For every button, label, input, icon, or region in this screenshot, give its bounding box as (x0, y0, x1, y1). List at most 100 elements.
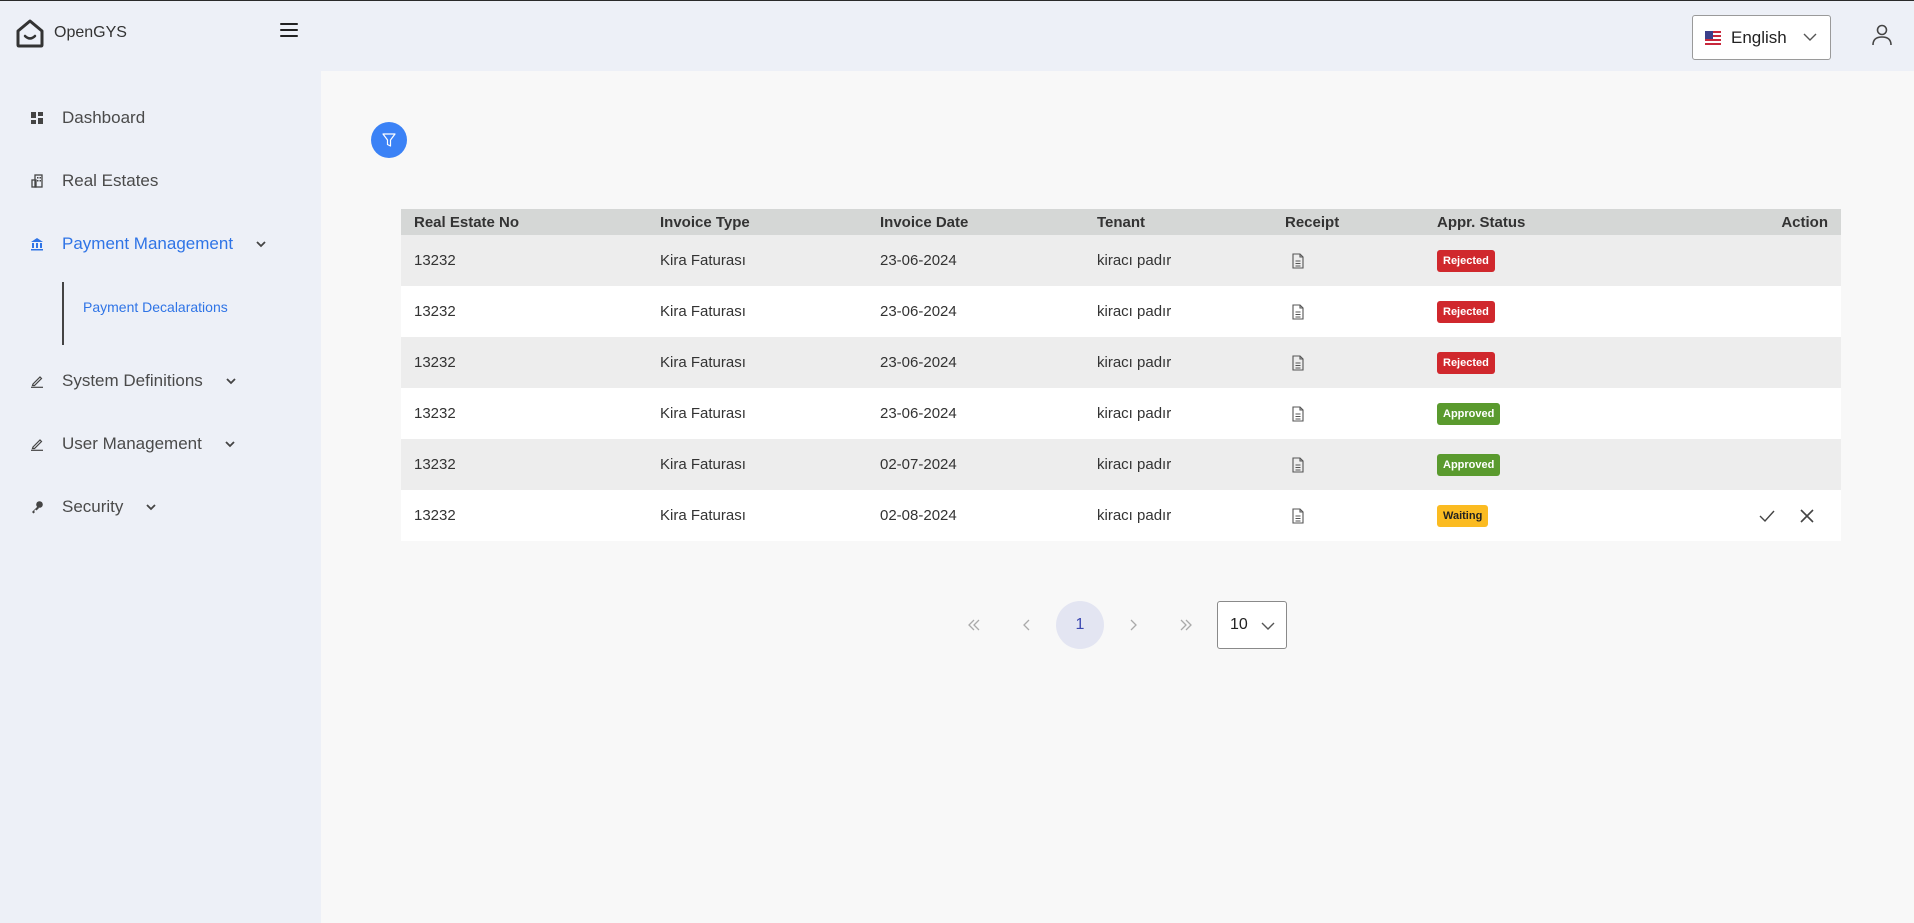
language-label: English (1731, 27, 1787, 47)
real-estate-no-cell: 13232 (414, 456, 456, 473)
chevron-down-icon (226, 378, 236, 385)
table-row: 13232 Kira Faturası 02-07-2024 kiracı padır… (401, 439, 1841, 490)
status-cell: Rejected (1437, 286, 1495, 337)
real-estate-no-cell: 13232 (414, 252, 456, 269)
sidebar-subitem-payment-declarations[interactable]: Payment Decalarations (83, 299, 228, 315)
chevron-down-icon (146, 504, 157, 511)
submenu-indicator-line (62, 282, 64, 345)
filter-button[interactable] (371, 122, 407, 158)
language-select[interactable]: English (1692, 15, 1831, 60)
bank-icon (30, 237, 44, 251)
chevron-down-icon (225, 441, 235, 448)
sidebar-item-label: Dashboard (62, 108, 146, 127)
status-badge: Approved (1437, 453, 1501, 476)
column-header[interactable]: Tenant (1097, 209, 1145, 235)
status-cell: Rejected (1437, 235, 1495, 286)
tenant-cell: kiracı padır (1097, 303, 1172, 320)
document-icon[interactable] (1291, 252, 1305, 269)
pagination: 1 (950, 601, 1215, 649)
us-flag-icon (1705, 30, 1721, 45)
receipt-cell (1285, 235, 1305, 286)
chevrons-right-icon (1180, 619, 1192, 631)
table-body: 13232 Kira Faturası 23-06-2024 kiracı padır… (401, 235, 1841, 541)
sidebar-item-label: User Management (62, 434, 202, 453)
document-icon[interactable] (1291, 303, 1305, 320)
document-icon[interactable] (1291, 354, 1305, 371)
invoice-type-cell: Kira Faturası (660, 303, 746, 320)
invoice-date-cell: 23-06-2024 (880, 354, 957, 371)
hamburger-icon-bar (280, 29, 298, 31)
app-title: OpenGYS (54, 24, 127, 41)
column-header: Action (1781, 213, 1828, 231)
app-logo[interactable]: OpenGYS (14, 17, 127, 49)
sidebar-item-payment-management[interactable]: Payment Management (30, 234, 267, 254)
house-logo-icon (16, 19, 44, 48)
status-badge: Rejected (1437, 351, 1495, 374)
pencil-icon (30, 374, 44, 388)
chevron-left-icon (1023, 619, 1030, 631)
tenant-cell: kiracı padır (1097, 252, 1172, 269)
receipt-cell (1285, 286, 1305, 337)
status-cell: Approved (1437, 388, 1501, 439)
document-icon[interactable] (1291, 405, 1305, 422)
sidebar-item-real-estates[interactable]: Real Estates (30, 171, 158, 191)
column-header[interactable]: Receipt (1285, 209, 1339, 235)
page-button-current[interactable]: 1 (1056, 601, 1104, 649)
page-size-select[interactable]: 10 (1217, 601, 1287, 649)
status-cell: Approved (1437, 439, 1501, 490)
hamburger-icon-bar (280, 23, 298, 25)
first-page-button[interactable] (950, 601, 998, 649)
invoice-type-cell: Kira Faturası (660, 252, 746, 269)
real-estate-no-cell: 13232 (414, 354, 456, 371)
hamburger-menu-button[interactable] (280, 23, 298, 39)
dashboard-icon (30, 111, 44, 125)
invoice-date-cell: 23-06-2024 (880, 405, 957, 422)
tenant-cell: kiracı padır (1097, 354, 1172, 371)
pencil-icon (30, 437, 44, 451)
real-estate-no-cell: 13232 (414, 405, 456, 422)
receipt-cell (1285, 388, 1305, 439)
status-badge: Approved (1437, 402, 1501, 425)
column-header[interactable]: Invoice Type (660, 209, 750, 235)
document-icon[interactable] (1291, 456, 1305, 473)
column-header[interactable]: Invoice Date (880, 209, 968, 235)
approve-check-icon[interactable] (1757, 506, 1777, 526)
status-badge: Rejected (1437, 249, 1495, 272)
prev-page-button[interactable] (1003, 601, 1051, 649)
chevrons-left-icon (968, 619, 980, 631)
next-page-button[interactable] (1109, 601, 1157, 649)
invoice-date-cell: 02-08-2024 (880, 507, 957, 524)
invoice-type-cell: Kira Faturası (660, 456, 746, 473)
action-cell (1757, 490, 1817, 541)
status-cell: Rejected (1437, 337, 1495, 388)
column-header[interactable]: Appr. Status (1437, 209, 1525, 235)
invoice-type-cell: Kira Faturası (660, 354, 746, 371)
last-page-button[interactable] (1162, 601, 1210, 649)
table-row: 13232 Kira Faturası 23-06-2024 kiracı padır… (401, 337, 1841, 388)
invoice-date-cell: 02-07-2024 (880, 456, 957, 473)
chevron-right-icon (1130, 619, 1137, 631)
sidebar-item-label: Real Estates (62, 171, 159, 190)
real-estate-no-cell: 13232 (414, 507, 456, 524)
invoice-type-cell: Kira Faturası (660, 507, 746, 524)
page-size-value: 10 (1230, 616, 1248, 633)
sidebar-item-security[interactable]: Security (30, 497, 157, 517)
hamburger-icon-bar (280, 35, 298, 37)
status-badge: Waiting (1437, 504, 1489, 527)
sidebar-item-dashboard[interactable]: Dashboard (30, 108, 145, 128)
table-row: 13232 Kira Faturası 23-06-2024 kiracı padır… (401, 388, 1841, 439)
user-icon[interactable] (1870, 23, 1894, 47)
column-header[interactable]: Real Estate No (414, 209, 519, 235)
real-estate-no-cell: 13232 (414, 303, 456, 320)
receipt-cell (1285, 337, 1305, 388)
receipt-cell (1285, 490, 1305, 541)
table-row: 13232 Kira Faturası 02-08-2024 kiracı padır… (401, 490, 1841, 541)
document-icon[interactable] (1291, 507, 1305, 524)
chevron-down-icon (1261, 622, 1275, 630)
status-badge: Rejected (1437, 300, 1495, 323)
sidebar-item-user-management[interactable]: User Management (30, 434, 236, 454)
reject-close-icon[interactable] (1797, 506, 1817, 526)
building-icon (30, 174, 44, 188)
chevron-down-icon (1803, 33, 1817, 41)
sidebar-item-system-definitions[interactable]: System Definitions (30, 371, 237, 391)
